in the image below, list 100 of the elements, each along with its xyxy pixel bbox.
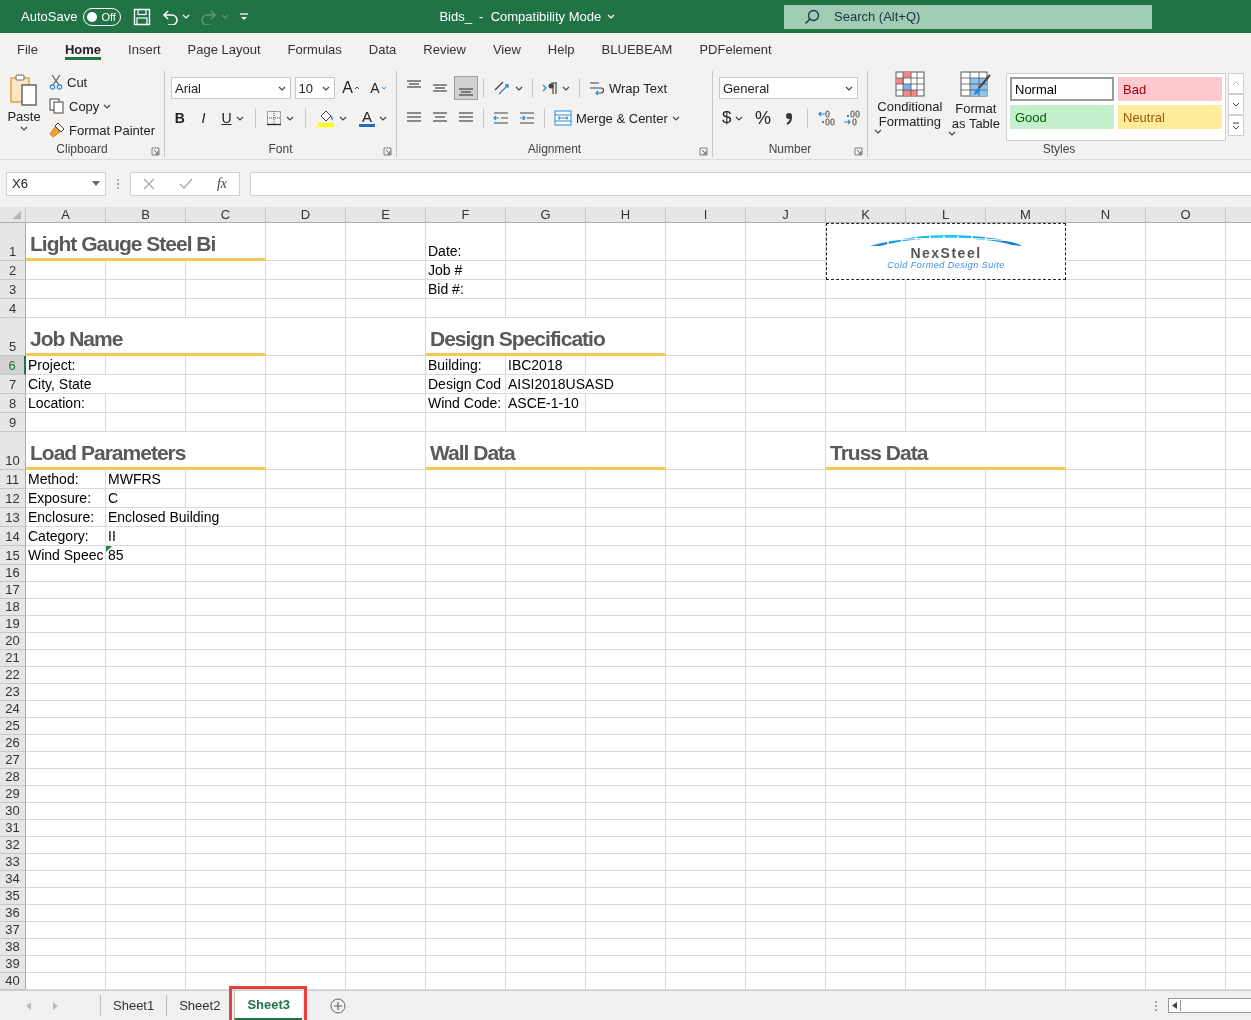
row-header[interactable]: 1 bbox=[0, 223, 26, 261]
font-color-button[interactable]: A bbox=[356, 107, 390, 129]
currency-button[interactable]: $ bbox=[719, 107, 747, 129]
row-header[interactable]: 22 bbox=[0, 667, 26, 684]
align-icon bbox=[406, 111, 422, 125]
row-header[interactable]: 36 bbox=[0, 905, 26, 922]
row-header[interactable]: 35 bbox=[0, 888, 26, 905]
vertical-align-button[interactable] bbox=[455, 77, 477, 99]
number-format-dropdown[interactable]: General bbox=[719, 77, 858, 99]
menu-tab[interactable]: BLUEBEAM bbox=[589, 33, 685, 65]
menu-tab[interactable]: Home bbox=[52, 33, 114, 65]
row-header[interactable]: 32 bbox=[0, 837, 26, 854]
increase-font-size-button[interactable]: A bbox=[339, 77, 363, 99]
decrease-font-size-button[interactable]: A bbox=[366, 77, 390, 99]
increase-decimal-button[interactable] bbox=[816, 107, 836, 129]
caret-icon bbox=[735, 115, 744, 121]
menu-tab[interactable]: Insert bbox=[116, 33, 173, 65]
image-frame[interactable]: NexSteel Cold Formed Design Suite bbox=[826, 223, 1066, 280]
row-header[interactable]: 40 bbox=[0, 973, 26, 990]
row-header[interactable]: 25 bbox=[0, 718, 26, 735]
conditional-formatting-button[interactable]: Conditional Formatting bbox=[874, 71, 946, 141]
underline-button[interactable]: U bbox=[218, 107, 247, 129]
row-header[interactable]: 15 bbox=[0, 546, 26, 565]
document-title[interactable]: Bids_ - Compatibility Mode bbox=[439, 9, 602, 24]
decrease-decimal-icon-button[interactable] bbox=[841, 107, 861, 129]
paste-button[interactable]: Paste bbox=[6, 71, 42, 141]
font-size-dropdown[interactable]: 10 bbox=[294, 77, 336, 99]
row-header[interactable]: 20 bbox=[0, 633, 26, 650]
row-header[interactable]: 6 bbox=[0, 356, 26, 375]
paintbrush-icon bbox=[49, 122, 65, 138]
row-header[interactable]: 30 bbox=[0, 803, 26, 820]
row-header[interactable]: 14 bbox=[0, 527, 26, 546]
row-header[interactable]: 2 bbox=[0, 261, 26, 280]
row-header[interactable]: 29 bbox=[0, 786, 26, 803]
row-header[interactable]: 7 bbox=[0, 375, 26, 394]
cell-style-option[interactable]: Normal bbox=[1010, 77, 1114, 101]
format-as-table-button[interactable]: Format as Table bbox=[947, 71, 1004, 141]
row-header[interactable]: 9 bbox=[0, 413, 26, 432]
caret-icon bbox=[874, 129, 882, 134]
cut-button[interactable]: Cut bbox=[46, 71, 158, 93]
row-header[interactable]: 23 bbox=[0, 684, 26, 701]
row-header[interactable]: 21 bbox=[0, 650, 26, 667]
row-header[interactable]: 8 bbox=[0, 394, 26, 413]
row-header[interactable]: 39 bbox=[0, 956, 26, 973]
wrap-text-icon bbox=[589, 80, 605, 96]
copy-button[interactable]: Copy bbox=[46, 95, 158, 117]
row-header[interactable]: 33 bbox=[0, 854, 26, 871]
format-painter-button[interactable]: Format Painter bbox=[46, 119, 158, 141]
worksheet-grid[interactable] bbox=[0, 223, 1251, 990]
menu-tab[interactable]: Review bbox=[411, 33, 478, 65]
row-header[interactable]: 18 bbox=[0, 599, 26, 616]
search-field[interactable]: Search (Alt+Q) bbox=[784, 4, 1152, 29]
name-box[interactable]: X6 bbox=[6, 171, 106, 196]
align-icon bbox=[432, 111, 448, 125]
row-header[interactable]: 11 bbox=[0, 470, 26, 489]
row-header[interactable]: 4 bbox=[0, 299, 26, 318]
row-header[interactable]: 19 bbox=[0, 616, 26, 633]
cell-style-option[interactable]: Bad bbox=[1118, 77, 1222, 101]
paragraph-direction-icon bbox=[542, 81, 558, 95]
scissors-icon bbox=[49, 74, 63, 90]
cell-style-option[interactable]: Neutral bbox=[1118, 105, 1222, 129]
row-header[interactable]: 38 bbox=[0, 939, 26, 956]
menu-tab[interactable]: Formulas bbox=[275, 33, 354, 65]
formula-field[interactable] bbox=[250, 171, 1251, 196]
wrap-text-button[interactable]: Wrap Text bbox=[586, 77, 671, 99]
row-header[interactable]: 3 bbox=[0, 280, 26, 299]
menu-tab[interactable]: Data bbox=[356, 33, 409, 65]
insert-function-button[interactable]: fx bbox=[216, 175, 227, 192]
row-header[interactable]: 34 bbox=[0, 871, 26, 888]
row-header[interactable]: 28 bbox=[0, 769, 26, 786]
merge-center-button[interactable]: Merge & Center bbox=[551, 107, 683, 129]
bold-button[interactable]: B bbox=[171, 107, 189, 129]
font-name-dropdown[interactable]: Arial bbox=[171, 77, 291, 99]
row-header[interactable]: 24 bbox=[0, 701, 26, 718]
menu-tab[interactable]: View bbox=[480, 33, 533, 65]
italic-button[interactable]: I bbox=[194, 107, 213, 129]
row-header[interactable]: 37 bbox=[0, 922, 26, 939]
section-heading: Wall Data bbox=[426, 432, 666, 470]
horizontal-scrollbar[interactable] bbox=[1168, 998, 1251, 1013]
percent-button[interactable]: % bbox=[752, 107, 774, 129]
row-header[interactable]: 17 bbox=[0, 582, 26, 599]
row-header[interactable]: 26 bbox=[0, 735, 26, 752]
sheet-tab[interactable]: Sheet1 bbox=[100, 995, 167, 1016]
row-header[interactable]: 13 bbox=[0, 508, 26, 527]
row-header[interactable]: 27 bbox=[0, 752, 26, 769]
row-header[interactable]: 12 bbox=[0, 489, 26, 508]
table-brush-icon bbox=[959, 71, 992, 99]
row-header[interactable]: 16 bbox=[0, 565, 26, 582]
menu-tab[interactable]: PDFelement bbox=[687, 33, 784, 65]
cell-style-option[interactable]: Good bbox=[1010, 105, 1114, 129]
row-header[interactable]: 31 bbox=[0, 820, 26, 837]
caret-icon bbox=[277, 85, 286, 91]
table-cell[interactable]: Wind Speec bbox=[26, 546, 106, 565]
menu-tab[interactable]: File bbox=[5, 33, 50, 65]
menu-tab[interactable]: Help bbox=[535, 33, 587, 65]
menu-tab[interactable]: Page Layout bbox=[175, 33, 273, 65]
row-header[interactable]: 5 bbox=[0, 318, 26, 356]
row-header[interactable]: 10 bbox=[0, 432, 26, 470]
group-label: Font bbox=[268, 142, 293, 156]
caret-icon bbox=[515, 85, 523, 91]
